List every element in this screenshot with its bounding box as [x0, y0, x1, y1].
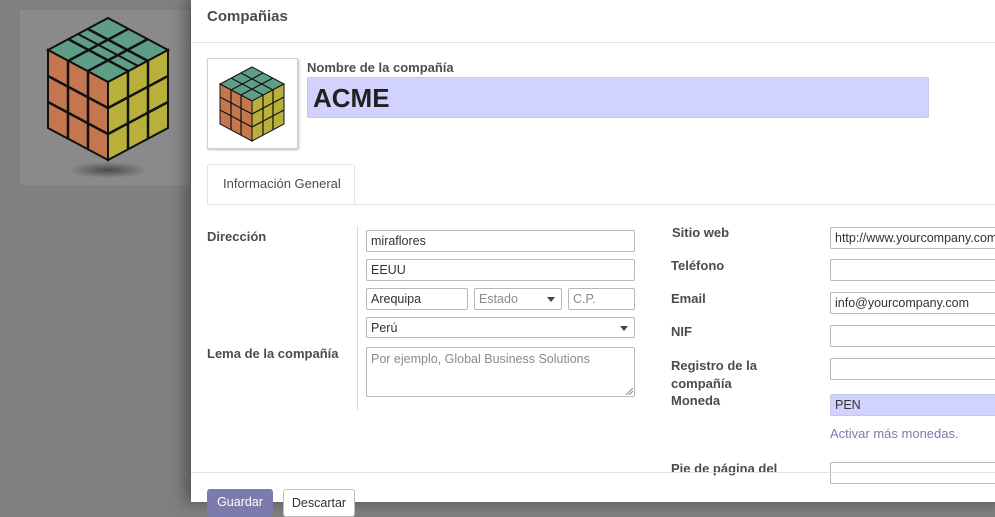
email-label: Email [671, 291, 706, 306]
phone-label: Teléfono [671, 258, 725, 273]
save-button[interactable]: Guardar [207, 489, 273, 517]
street-input[interactable]: miraflores [366, 230, 635, 252]
company-registry-label: Registro de la compañía [671, 358, 757, 391]
currency-select[interactable]: PEN [830, 394, 995, 416]
activate-currencies-link[interactable]: Activar más monedas. [830, 426, 959, 441]
company-registry-input[interactable] [830, 358, 995, 380]
company-modal: Compañias Nombre de la compañía ACME Inf… [191, 0, 995, 517]
zip-input[interactable]: C.P. [568, 288, 635, 310]
column-divider [357, 226, 358, 410]
state-select[interactable]: Estado [474, 288, 562, 310]
email-input[interactable]: info@yourcompany.com [830, 292, 995, 314]
company-logo-field[interactable] [207, 58, 298, 149]
tagline-placeholder: Por ejemplo, Global Business Solutions [371, 352, 590, 366]
modal-footer-divider [191, 472, 995, 473]
report-footer-label: Pie de página del [671, 461, 778, 476]
resize-grip-icon[interactable] [626, 388, 633, 395]
rubiks-cube-icon [45, 16, 171, 178]
website-input[interactable]: http://www.yourcompany.com [830, 227, 995, 249]
city-input[interactable]: Arequipa [366, 288, 468, 310]
tagline-textarea[interactable]: Por ejemplo, Global Business Solutions [366, 347, 635, 397]
tagline-label: Lema de la compañía [207, 346, 339, 361]
currency-label: Moneda [671, 393, 721, 408]
company-name-label: Nombre de la compañía [307, 60, 454, 75]
tab-general-info[interactable]: Información General [207, 164, 355, 204]
modal-title: Compañias [207, 8, 288, 25]
modal-header: Compañias [191, 0, 995, 43]
address-label: Dirección [207, 229, 267, 244]
company-name-input[interactable]: ACME [307, 77, 929, 118]
discard-button[interactable]: Descartar [283, 489, 355, 517]
vat-input[interactable] [830, 325, 995, 347]
country-select[interactable]: Perú [366, 317, 635, 338]
form-tabs: Información General [207, 164, 995, 205]
vat-label: NIF [671, 324, 692, 339]
phone-input[interactable] [830, 259, 995, 281]
report-footer-input[interactable] [830, 462, 995, 484]
background-company-logo [20, 10, 190, 185]
website-label: Sitio web [672, 225, 730, 240]
street2-input[interactable]: EEUU [366, 259, 635, 281]
rubiks-cube-icon [218, 66, 286, 142]
